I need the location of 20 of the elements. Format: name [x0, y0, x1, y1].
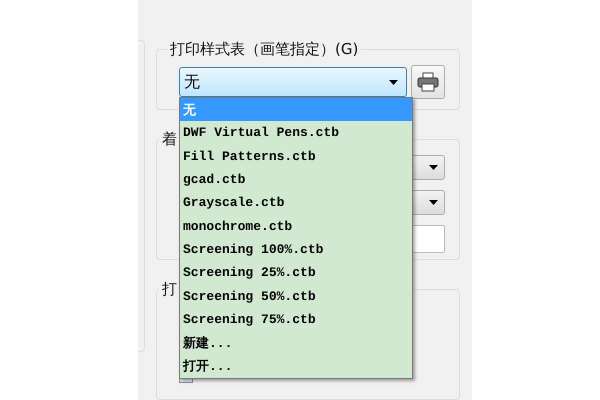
group-title: 着: [161, 130, 178, 149]
dropdown-option[interactable]: Fill Patterns.ctb: [180, 144, 412, 168]
printer-button[interactable]: [411, 65, 445, 99]
dropdown-option[interactable]: gcad.ctb: [180, 168, 412, 192]
dropdown-option[interactable]: monochrome.ctb: [180, 214, 412, 238]
dropdown-option[interactable]: Grayscale.ctb: [180, 191, 412, 214]
dropdown-option[interactable]: Screening 50%.ctb: [180, 284, 412, 308]
group-title: 打印样式表（画笔指定）(G): [169, 40, 360, 59]
dropdown-option[interactable]: DWF Virtual Pens.ctb: [180, 121, 412, 145]
caret-icon: [429, 200, 438, 205]
caret-icon: [389, 80, 398, 84]
group-title: 打: [161, 280, 178, 299]
style-table-dropdown[interactable]: 无: [179, 67, 407, 97]
dropdown-option[interactable]: Screening 25%.ctb: [180, 261, 412, 284]
dropdown-option[interactable]: Screening 100%.ctb: [180, 238, 412, 262]
dropdown-option[interactable]: 新建...: [180, 330, 412, 354]
dropdown-option[interactable]: Screening 75%.ctb: [180, 308, 412, 331]
caret-icon: [429, 165, 438, 170]
printer-icon: [417, 72, 439, 92]
dropdown-option[interactable]: 打开...: [180, 354, 412, 378]
